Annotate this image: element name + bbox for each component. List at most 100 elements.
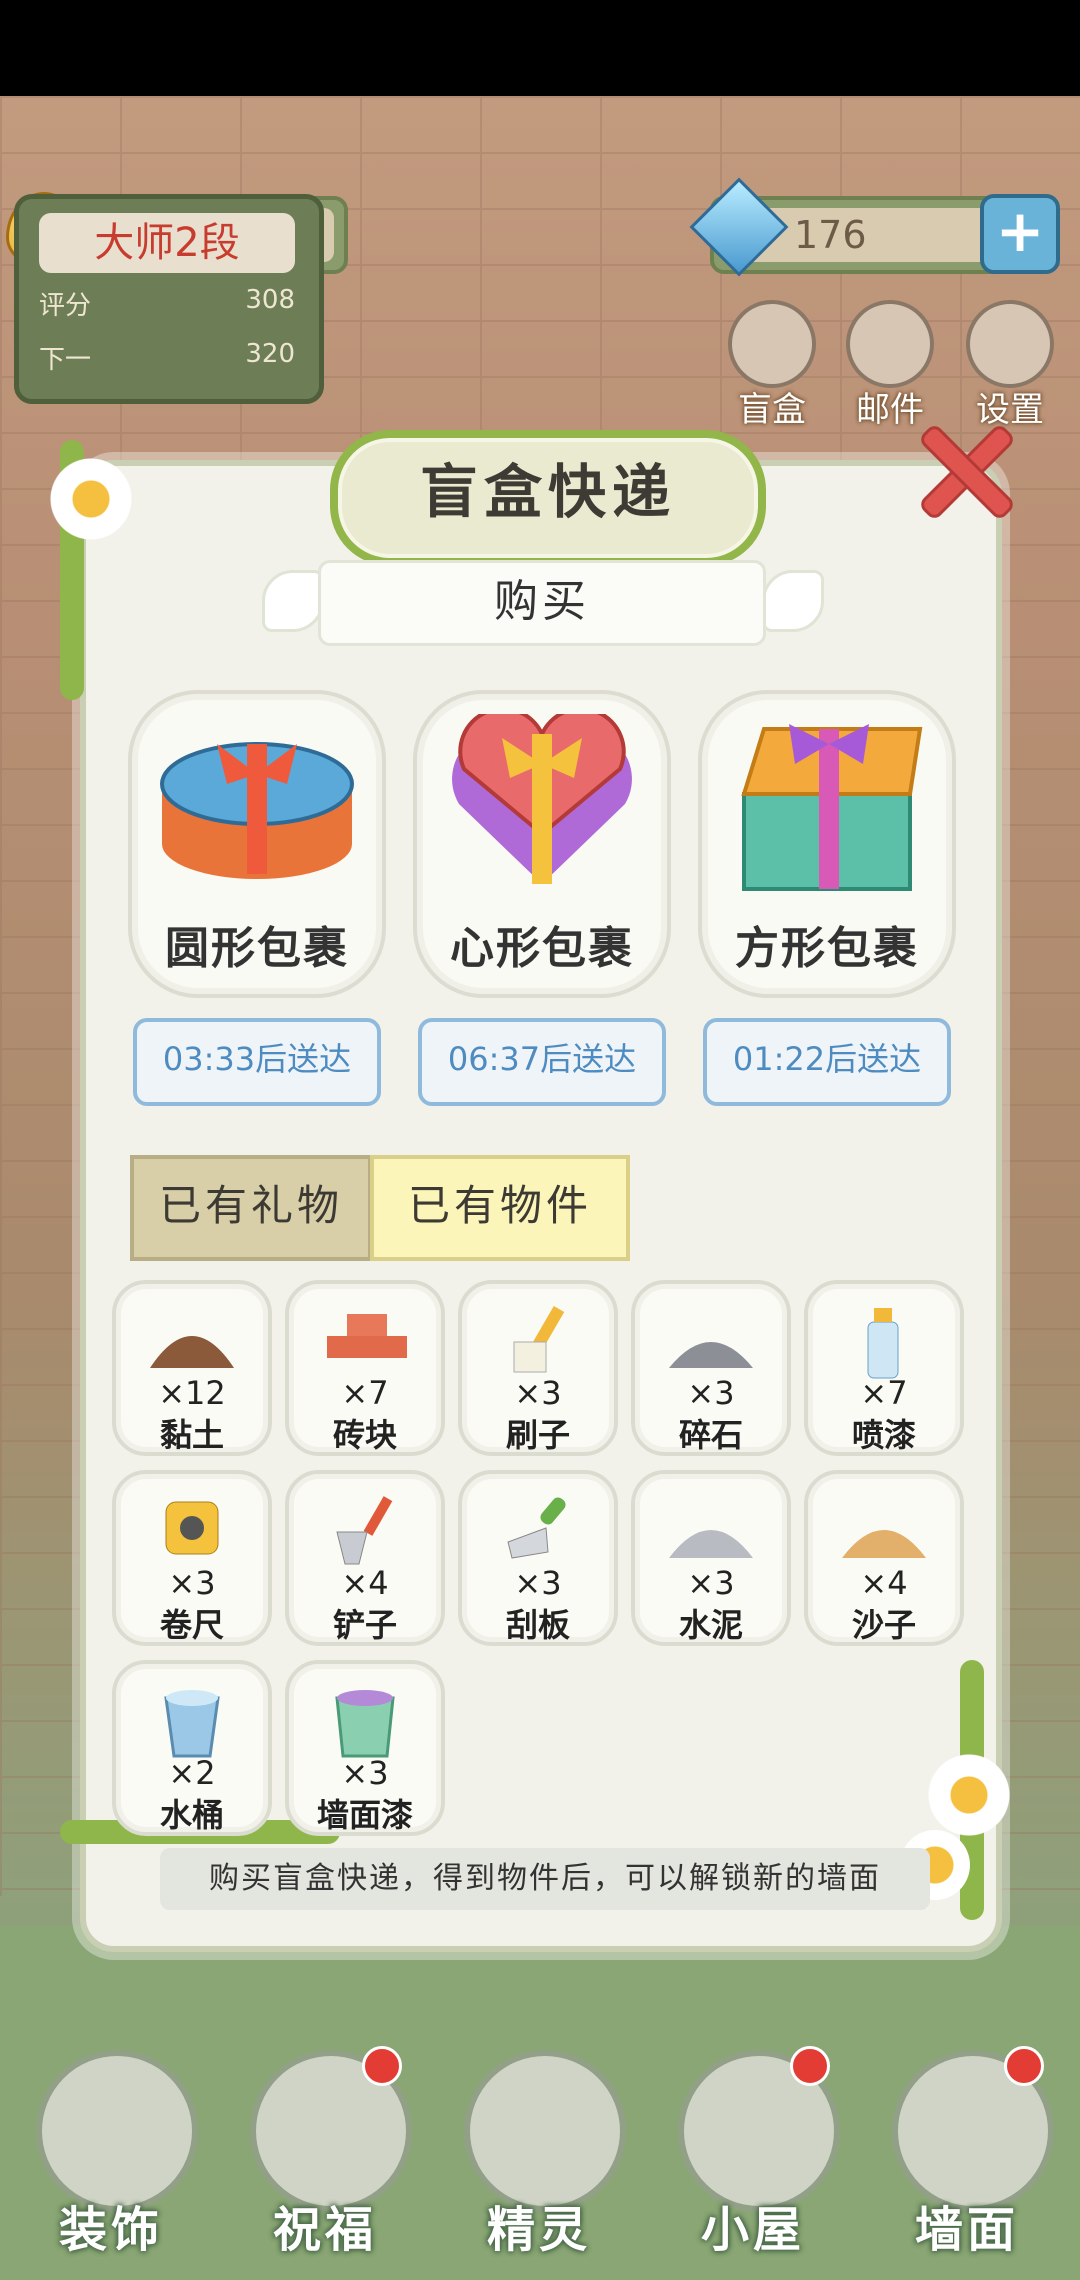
notification-badge [362,2046,402,2086]
item-count: ×3 [341,1754,389,1792]
item-name: 卷尺 [159,1606,224,1644]
item-card[interactable]: ×3 卷尺 [112,1470,272,1646]
square-box-timer: 01:22后送达 [703,1018,951,1106]
brush-icon [513,1305,565,1373]
blindbox-shortcut-button[interactable]: 盲盒 [724,300,820,430]
nav-sprite-label: 精灵 [486,2202,591,2258]
wall-paint-icon [335,1690,395,1758]
item-card[interactable]: ×3 碎石 [631,1280,791,1456]
item-name: 喷漆 [851,1416,916,1454]
item-count: ×2 [168,1754,216,1792]
mail-button[interactable]: 邮件 [842,300,938,430]
nav-sprite[interactable]: 精灵 [454,2040,626,2260]
item-name: 水桶 [159,1796,224,1834]
item-card[interactable]: ×3 墙面漆 [285,1660,445,1836]
square-box-icon [741,724,923,891]
rank-title: 大师2段 [39,213,295,273]
item-count: ×3 [168,1564,216,1602]
nav-wall-label: 墙面 [914,2202,1019,2258]
item-count: ×3 [687,1374,735,1412]
nav-blessing[interactable]: 祝福 [240,2040,412,2260]
item-name: 黏土 [159,1416,224,1454]
round-box-timer: 03:33后送达 [133,1018,381,1106]
rank-next-row: 下一 320 [39,339,295,379]
next-label: 下一 [39,345,92,375]
wing-right-icon [762,570,824,632]
item-card[interactable]: ×7 喷漆 [804,1280,964,1456]
item-card[interactable]: ×3 水泥 [631,1470,791,1646]
item-count: ×3 [514,1564,562,1602]
score-value: 308 [245,285,295,315]
item-card[interactable]: ×4 沙子 [804,1470,964,1646]
item-card[interactable]: ×12 黏土 [112,1280,272,1456]
item-name: 沙子 [851,1606,916,1644]
nav-wall[interactable]: 墙面 [882,2040,1054,2260]
item-name: 铲子 [332,1606,397,1644]
clay-icon [150,1336,234,1368]
wing-left-icon [262,570,324,632]
item-name: 墙面漆 [316,1796,413,1834]
item-card[interactable]: ×7 砖块 [285,1280,445,1456]
spray-paint-icon [867,1308,899,1379]
round-box-card[interactable]: 圆形包裹 [128,690,386,998]
modal-title: 盲盒快递 [330,430,766,566]
nav-cottage-label: 小屋 [700,2202,805,2258]
tab-owned-gifts[interactable]: 已有礼物 [130,1155,372,1261]
rank-score-row: 评分 308 [39,285,295,325]
heart-box-timer: 06:37后送达 [418,1018,666,1106]
round-box-icon [160,742,354,879]
sand-icon [842,1530,926,1558]
nav-blessing-label: 祝福 [272,2202,377,2258]
item-count: ×4 [860,1564,908,1602]
item-card[interactable]: ×3 刮板 [458,1470,618,1646]
add-gems-button[interactable]: + [980,194,1060,274]
next-value: 320 [245,339,295,369]
heart-box-icon [452,714,632,884]
item-count: ×4 [341,1564,389,1602]
item-card[interactable]: ×3 刷子 [458,1280,618,1456]
gravel-icon [669,1342,753,1368]
item-name: 刷子 [505,1416,570,1454]
tape-measure-icon [165,1501,219,1555]
envelope-icon [846,300,934,388]
notification-badge [790,2046,830,2086]
plant-icon [36,2050,198,2212]
score-label: 评分 [39,291,92,321]
item-card[interactable]: ×2 水桶 [112,1660,272,1836]
status-bar [0,0,1080,96]
bucket-icon [164,1690,220,1758]
item-count: ×7 [860,1374,908,1412]
fairy-icon [464,2050,626,2212]
item-count: ×12 [158,1374,226,1412]
tab-owned-items[interactable]: 已有物件 [370,1155,630,1261]
heart-box-name: 心形包裹 [450,923,634,974]
cement-icon [669,1530,753,1558]
close-button[interactable] [915,420,1011,516]
hint-text: 购买盲盒快递，得到物件后，可以解锁新的墙面 [160,1848,930,1910]
item-name: 刮板 [505,1606,570,1644]
square-box-name: 方形包裹 [735,923,919,974]
buy-section-header: 购买 [318,560,766,646]
daisy-icon [924,1750,1014,1840]
settings-button[interactable]: 设置 [962,300,1058,430]
nav-decorate-label: 装饰 [58,2202,163,2258]
square-box-card[interactable]: 方形包裹 [698,690,956,998]
round-box-name: 圆形包裹 [165,923,349,974]
daisy-icon [46,454,136,544]
gift-icon [728,300,816,388]
item-name: 砖块 [332,1416,397,1454]
rank-panel: 大师2段 评分 308 下一 320 [14,194,324,404]
item-count: ×3 [687,1564,735,1602]
item-card[interactable]: ×4 铲子 [285,1470,445,1646]
item-count: ×3 [514,1374,562,1412]
item-count: ×7 [341,1374,389,1412]
brick-icon [327,1314,407,1358]
nav-cottage[interactable]: 小屋 [668,2040,840,2260]
heart-box-card[interactable]: 心形包裹 [413,690,671,998]
gem-counter: 176 + [689,177,1060,277]
nav-decorate[interactable]: 装饰 [26,2040,198,2260]
shovel-icon [336,1496,393,1565]
scraper-icon [507,1497,566,1559]
gear-icon [966,300,1054,388]
notification-badge [1004,2046,1044,2086]
